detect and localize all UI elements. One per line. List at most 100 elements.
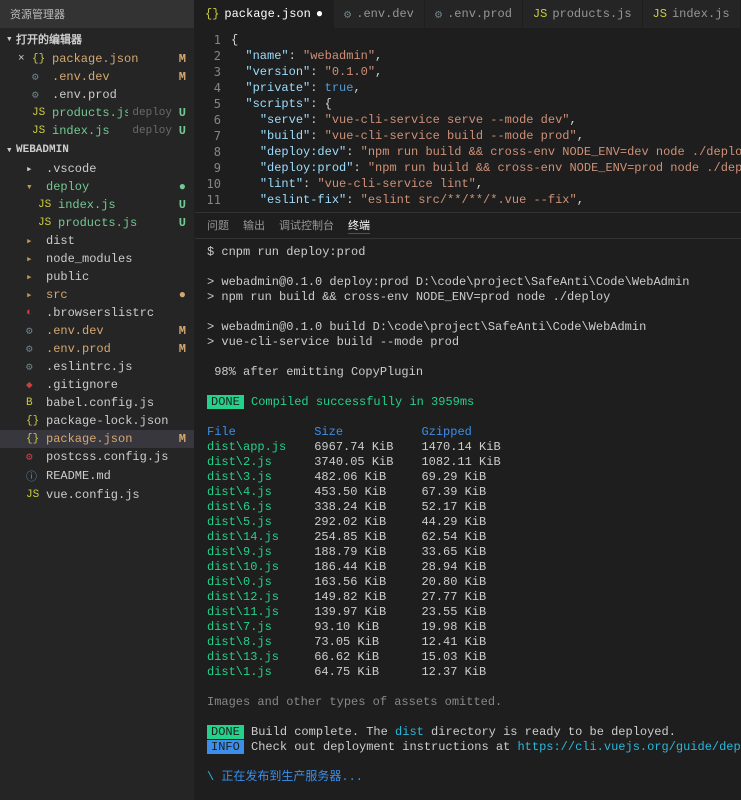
tree-item[interactable]: JS vue.config.js	[0, 486, 194, 504]
git-status: U	[172, 216, 186, 230]
git-status: U	[172, 106, 186, 120]
file-name: package.json	[52, 52, 168, 66]
tree-item[interactable]: ▸ dist	[0, 232, 194, 250]
editor-tab[interactable]: {}package.json●	[195, 0, 334, 28]
open-editor-item[interactable]: JSindex.jsdeployU	[0, 122, 194, 140]
tab-problems[interactable]: 问题	[207, 217, 229, 234]
close-icon[interactable]	[18, 89, 32, 101]
tree-item[interactable]: ▸ public	[0, 268, 194, 286]
file-icon: JS	[653, 7, 667, 21]
editor-tabs: {}package.json● ⚙ .env.dev ⚙ .env.prod JS prod…	[195, 0, 741, 28]
close-icon[interactable]: ×	[18, 53, 32, 65]
editor-tab[interactable]: ⚙ .env.dev	[334, 0, 425, 28]
tree-item[interactable]: ▸node_modules	[0, 250, 194, 268]
panel-tabs: 问题 输出 调试控制台 终端	[195, 212, 741, 239]
git-status: M	[172, 342, 186, 356]
chevron-down-icon: ▾	[6, 32, 16, 46]
file-icon: ⚙	[32, 70, 48, 84]
tab-terminal[interactable]: 终端	[348, 217, 370, 234]
git-status: ●	[172, 288, 186, 302]
code-editor[interactable]: 1 2 3 4 5 6 7 8 9 10 11 { "name": "webad…	[195, 28, 741, 212]
open-editor-item[interactable]: ⚙.env.devM	[0, 68, 194, 86]
tree-item[interactable]: ▾deploy●	[0, 178, 194, 196]
tab-label: .env.dev	[356, 7, 414, 21]
tree-item[interactable]: {} package.jsonM	[0, 430, 194, 448]
file-icon: JS	[26, 489, 42, 501]
git-status: M	[172, 432, 186, 446]
tree-item[interactable]: Bbabel.config.js	[0, 394, 194, 412]
file-icon: JS	[533, 7, 547, 21]
tree-item[interactable]: ▸ src●	[0, 286, 194, 304]
tab-debug-console[interactable]: 调试控制台	[279, 217, 334, 234]
tree-item[interactable]: ◐ .browserslistrc	[0, 304, 194, 322]
project-header[interactable]: ▾ WEBADMIN	[0, 140, 194, 160]
tree-item[interactable]: ⚙ postcss.config.js	[0, 448, 194, 466]
editor-tab[interactable]: ⚙ .env.prod	[425, 0, 523, 28]
file-name: vue.config.js	[46, 488, 172, 502]
file-name: .browserslistrc	[46, 306, 172, 320]
file-name: .gitignore	[46, 378, 172, 392]
close-icon[interactable]	[18, 71, 32, 83]
file-icon: ▸	[26, 162, 42, 176]
tree-item[interactable]: ◆.gitignore	[0, 376, 194, 394]
file-name: .env.prod	[52, 88, 168, 102]
tree-item[interactable]: ⚙.eslintrc.js	[0, 358, 194, 376]
git-status: M	[172, 324, 186, 338]
tab-label: .env.prod	[447, 7, 512, 21]
file-icon: {}	[26, 415, 42, 427]
tree-item[interactable]: ▸ .vscode	[0, 160, 194, 178]
file-icon: ⚙	[26, 450, 42, 464]
file-name: src	[46, 288, 172, 302]
editor-tab[interactable]: JS products.js	[523, 0, 643, 28]
tree-item[interactable]: ⚙.env.prodM	[0, 340, 194, 358]
editor-tab[interactable]: JSindex.js	[643, 0, 741, 28]
file-icon: ▸	[26, 270, 42, 284]
open-editor-item[interactable]: ⚙.env.prod	[0, 86, 194, 104]
file-icon: JS	[38, 217, 54, 229]
file-name: deploy	[46, 180, 172, 194]
file-name: .env.prod	[46, 342, 172, 356]
dirty-dot-icon: ●	[316, 7, 323, 21]
file-icon: ◐	[26, 307, 42, 319]
file-icon: ⓘ	[26, 468, 42, 484]
git-status: ●	[172, 180, 186, 194]
file-name: public	[46, 270, 172, 284]
file-name: products.js	[58, 216, 172, 230]
tree-item[interactable]: JS products.jsU	[0, 214, 194, 232]
explorer-title: 资源管理器	[0, 0, 194, 28]
file-icon: ▸	[26, 234, 42, 248]
file-name: babel.config.js	[46, 396, 172, 410]
code-content[interactable]: { "name": "webadmin", "version": "0.1.0"…	[231, 32, 741, 208]
git-status: M	[172, 70, 186, 84]
file-icon: ▸	[26, 252, 42, 266]
file-name: postcss.config.js	[46, 450, 172, 464]
chevron-down-icon: ▾	[6, 143, 16, 157]
close-icon[interactable]	[18, 125, 32, 137]
file-icon: {}	[205, 7, 219, 21]
file-icon: JS	[32, 125, 48, 137]
tab-label: products.js	[552, 7, 631, 21]
open-editors-header[interactable]: ▾ 打开的编辑器	[0, 28, 194, 50]
file-icon: ⚙	[26, 324, 42, 338]
open-editor-item[interactable]: JSproducts.jsdeployU	[0, 104, 194, 122]
tree-item[interactable]: JSindex.jsU	[0, 196, 194, 214]
tab-output[interactable]: 输出	[243, 217, 265, 234]
tree-item[interactable]: ⓘREADME.md	[0, 466, 194, 486]
git-status: U	[172, 198, 186, 212]
file-name: dist	[46, 234, 172, 248]
file-name: index.js	[58, 198, 172, 212]
file-icon: {}	[26, 433, 42, 445]
tree-item[interactable]: {}package-lock.json	[0, 412, 194, 430]
tree-item[interactable]: ⚙ .env.devM	[0, 322, 194, 340]
terminal-panel[interactable]: $ cnpm run deploy:prod > webadmin@0.1.0 …	[195, 239, 741, 800]
file-name: .vscode	[46, 162, 172, 176]
file-name: .eslintrc.js	[46, 360, 172, 374]
file-icon: JS	[32, 107, 48, 119]
file-icon: ⚙	[344, 7, 351, 22]
open-editor-item[interactable]: ×{}package.jsonM	[0, 50, 194, 68]
file-icon: ▸	[26, 288, 42, 302]
file-name: .env.dev	[46, 324, 172, 338]
file-name: package.json	[46, 432, 172, 446]
file-icon: ⚙	[435, 7, 442, 22]
close-icon[interactable]	[18, 107, 32, 119]
